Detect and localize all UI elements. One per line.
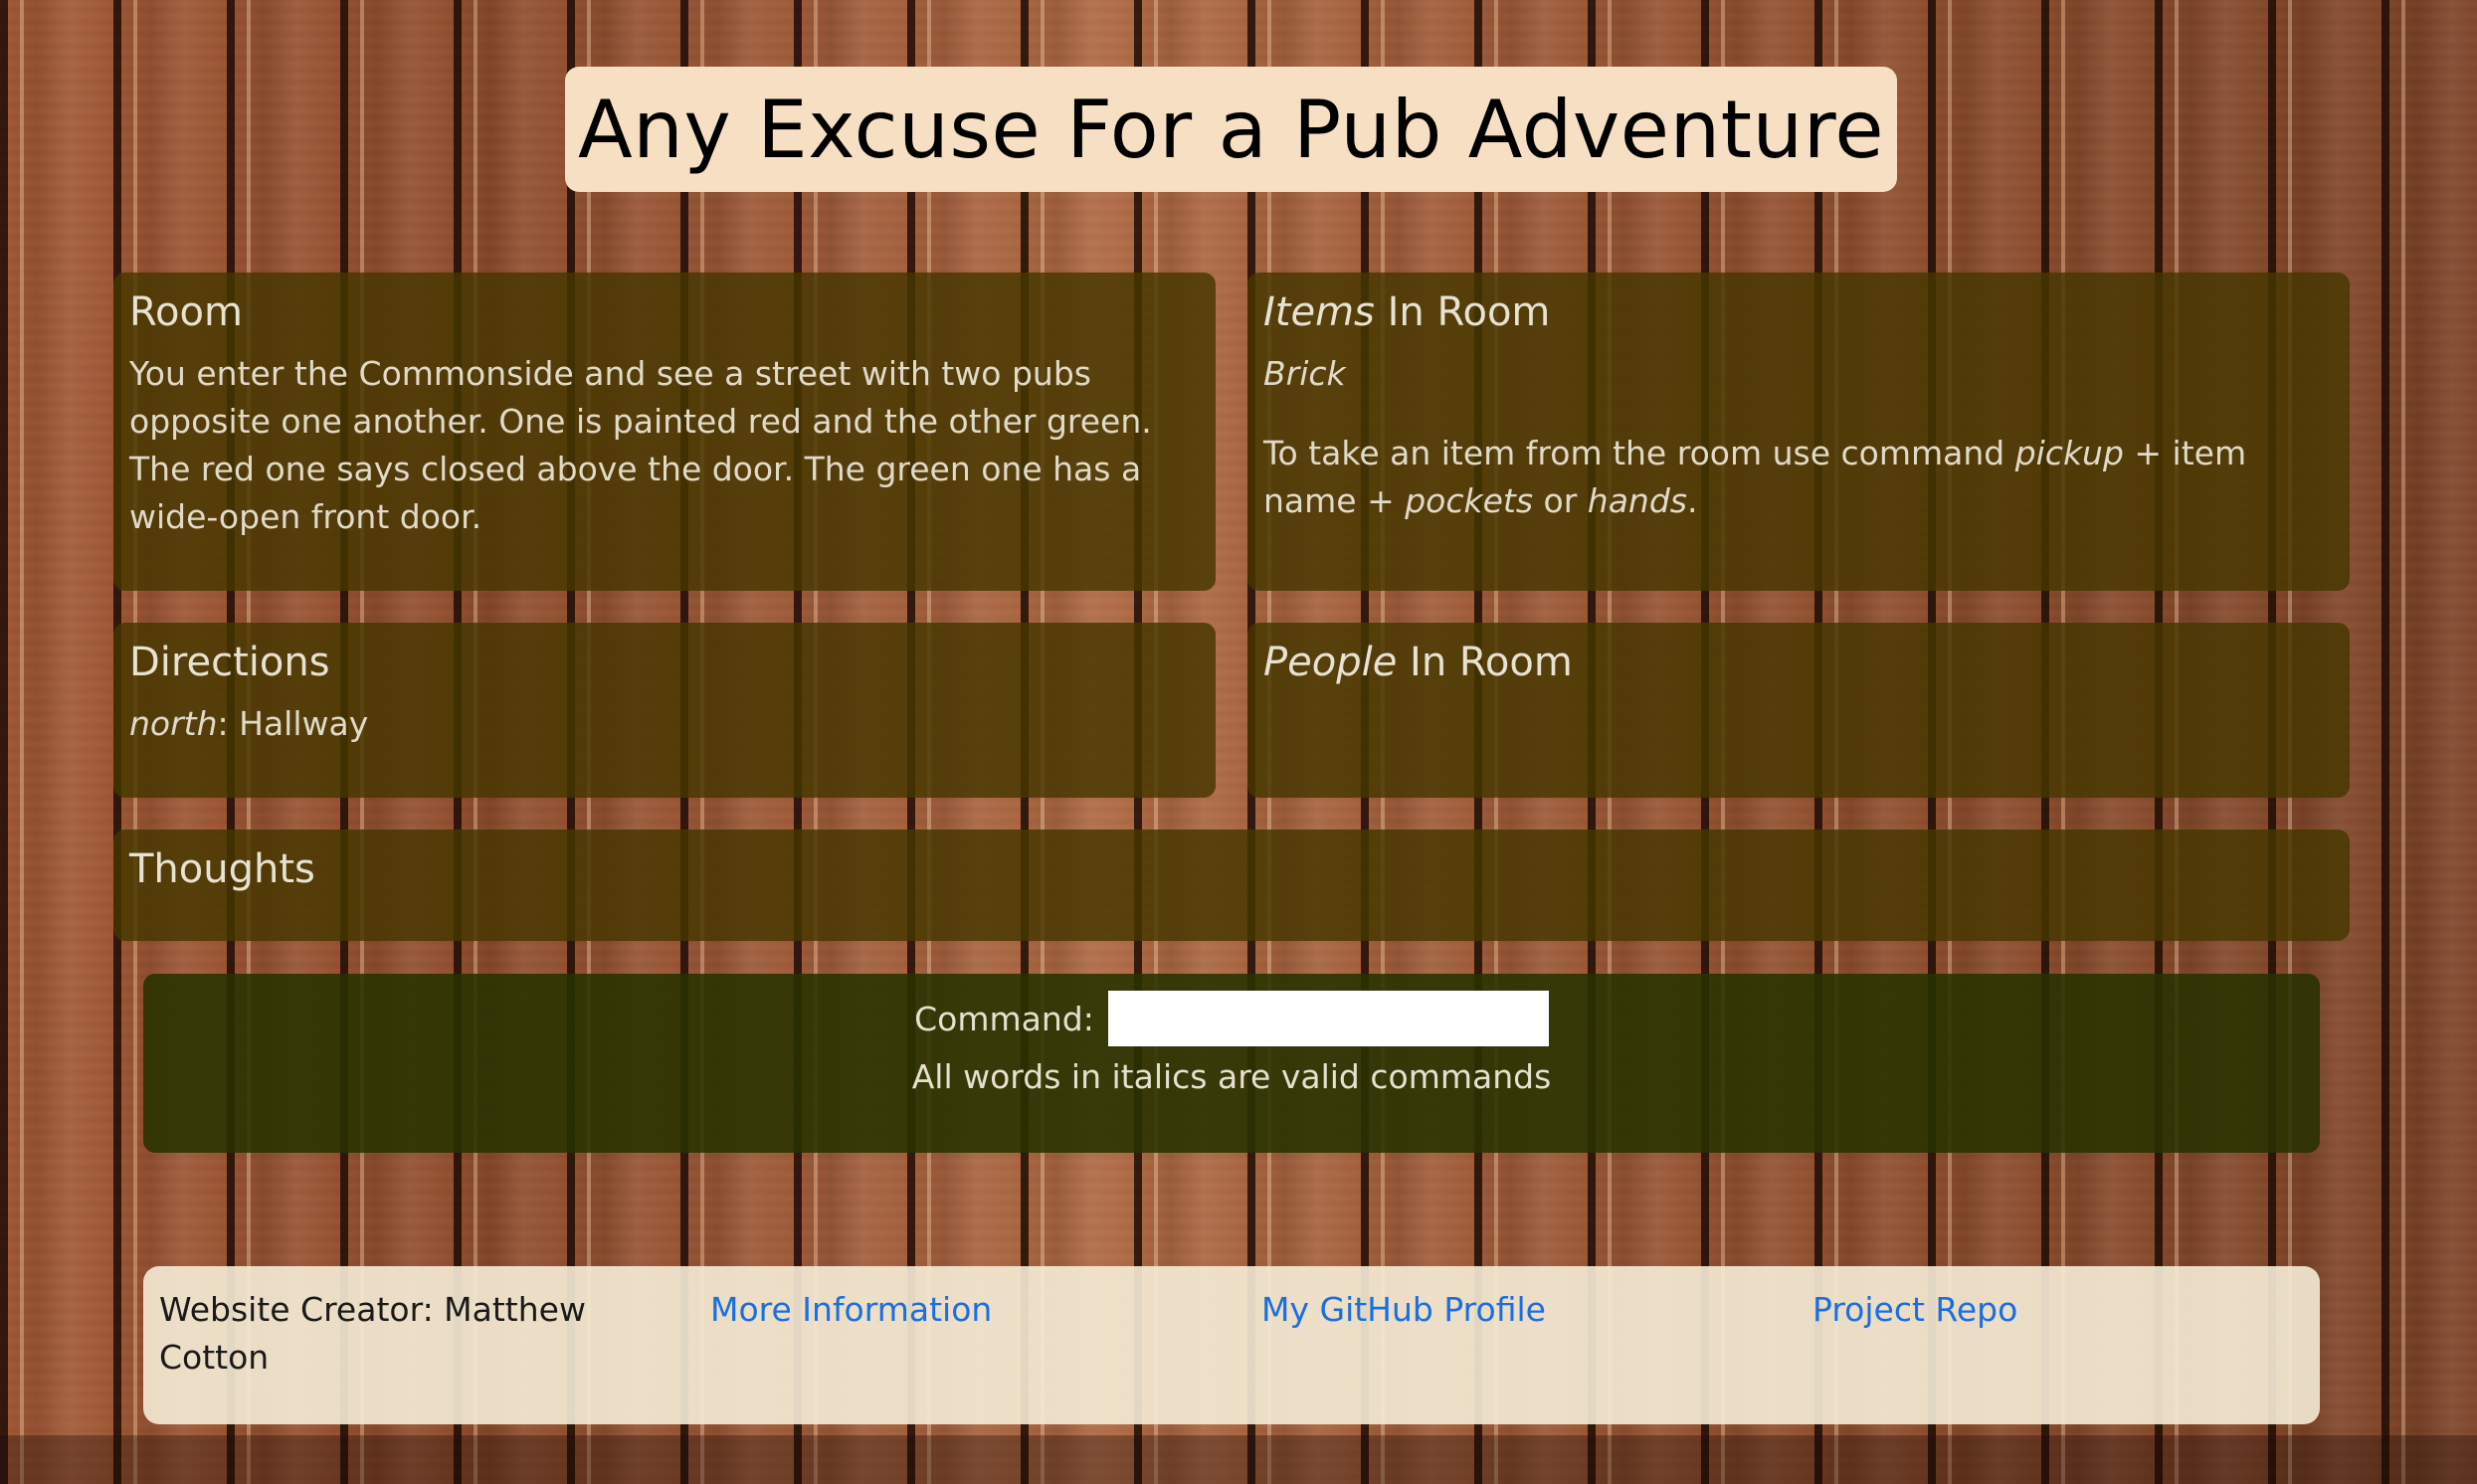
directions-panel: Directions north: Hallway xyxy=(113,623,1216,798)
direction-entry: north: Hallway xyxy=(129,700,1200,748)
footer: Website Creator: Matthew Cotton More Inf… xyxy=(143,1266,2320,1424)
command-panel: Command: All words in italics are valid … xyxy=(143,974,2320,1153)
direction-destination: Hallway xyxy=(239,704,369,743)
pickup-command: pickup xyxy=(2014,434,2124,472)
people-heading-command: People xyxy=(1263,640,1398,685)
instruction-text: or xyxy=(1533,481,1588,520)
github-profile-link[interactable]: My GitHub Profile xyxy=(1261,1290,1546,1329)
direction-separator: : xyxy=(217,704,240,743)
footer-col-repo: Project Repo xyxy=(1812,1286,2364,1404)
people-in-room-panel: People In Room xyxy=(1247,623,2350,798)
people-heading: People In Room xyxy=(1263,639,2334,686)
website-creator: Website Creator: Matthew Cotton xyxy=(159,1290,586,1377)
page-title: Any Excuse For a Pub Adventure xyxy=(577,83,1885,176)
item-list: Brick xyxy=(1263,350,2334,398)
project-repo-link[interactable]: Project Repo xyxy=(1812,1290,2017,1329)
thoughts-heading: Thoughts xyxy=(129,846,315,892)
item-entry: Brick xyxy=(1263,354,1346,393)
direction-command: north xyxy=(129,704,218,743)
command-label: Command: xyxy=(914,999,1094,1038)
instruction-text: . xyxy=(1687,481,1698,520)
footer-col-github: My GitHub Profile xyxy=(1261,1286,1812,1404)
command-row: Command: xyxy=(143,990,2320,1047)
pockets-command: pockets xyxy=(1405,481,1534,520)
title-banner: Any Excuse For a Pub Adventure xyxy=(565,67,1897,192)
room-panel: Room You enter the Commonside and see a … xyxy=(113,273,1216,591)
items-in-room-panel: Items In Room Brick To take an item from… xyxy=(1247,273,2350,591)
people-heading-rest: In Room xyxy=(1397,640,1573,685)
directions-heading: Directions xyxy=(129,640,330,685)
items-heading: Items In Room xyxy=(1263,288,2334,336)
instruction-text: To take an item from the room use comman… xyxy=(1263,434,2015,472)
room-heading: Room xyxy=(129,289,243,335)
items-heading-rest: In Room xyxy=(1374,289,1551,335)
hands-command: hands xyxy=(1587,481,1687,520)
command-input[interactable] xyxy=(1107,991,1549,1046)
pickup-instruction: To take an item from the room use comman… xyxy=(1263,430,2334,525)
thoughts-panel: Thoughts xyxy=(113,830,2350,941)
more-information-link[interactable]: More Information xyxy=(710,1290,992,1329)
command-hint: All words in italics are valid commands xyxy=(911,1057,1552,1096)
background-bottom-strip xyxy=(0,1435,2477,1484)
footer-col-more-info: More Information xyxy=(710,1286,1261,1404)
items-heading-command: Items xyxy=(1263,289,1375,335)
room-description: You enter the Commonside and see a stree… xyxy=(129,354,1152,536)
